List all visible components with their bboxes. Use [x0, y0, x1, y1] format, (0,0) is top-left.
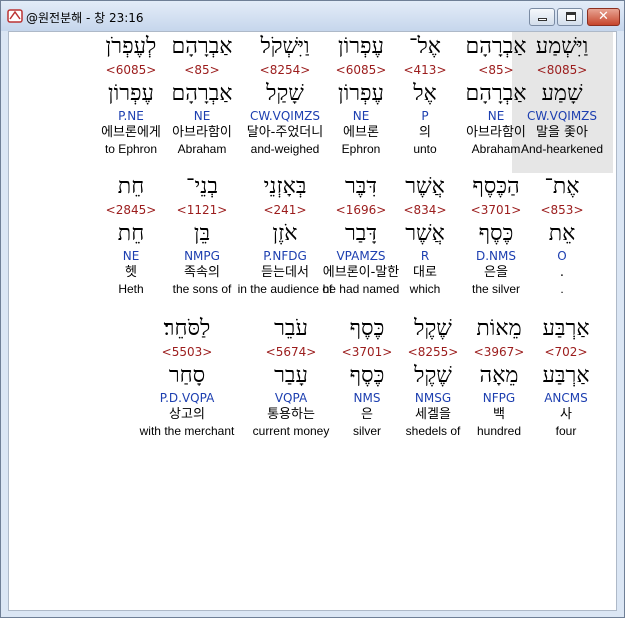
hebrew-word: חֵת [117, 174, 145, 199]
word-cell[interactable]: לַסֹּחֵר׃ <5503> סָחַר P.D.VQPA 상고의 with the … [137, 318, 237, 441]
minimize-button[interactable] [529, 8, 555, 26]
close-icon: ✕ [598, 9, 609, 24]
close-button[interactable]: ✕ [587, 8, 620, 26]
lemma-word: עֶפְרוֹן [107, 81, 155, 106]
maximize-button[interactable] [557, 8, 583, 26]
lemma-word: סָחַר [168, 363, 206, 388]
app-icon [7, 9, 23, 23]
morph-code: NE [122, 249, 140, 263]
morph-code: VQPA [274, 391, 308, 405]
word-cell[interactable]: עֹבֵר <5674> עָבַר VQPA 통용하는 current money [241, 318, 341, 441]
lemma-word: עָבַר [274, 363, 308, 388]
word-cell[interactable]: לְעֶפְרֹן <6085> עֶפְרוֹן P.NE 에브론에게 to Ephro… [81, 36, 181, 159]
english-gloss: Heth [118, 282, 144, 296]
strong-number[interactable]: <5674> [241, 346, 341, 362]
english-gloss: current money [252, 424, 330, 438]
title-bar[interactable]: @원전분해 - 창 23:16 ✕ [1, 1, 624, 31]
strong-number[interactable]: <2845> [81, 204, 181, 220]
korean-gloss: 헷 [125, 265, 137, 280]
korean-gloss: 통용하는 [267, 407, 315, 422]
lemma-word: חֵת [117, 221, 145, 246]
morph-code: P.D.VQPA [159, 391, 215, 405]
interlinear-panel: וַיִּשְׁמַע <8085> שָׁמַע CW.VQIMZS 말을 좇아 And… [8, 31, 617, 611]
word-cell[interactable]: חֵת <2845> חֵת NE 헷 Heth [81, 176, 181, 299]
hebrew-word: לְעֶפְרֹן [105, 34, 157, 59]
english-gloss: with the merchant [139, 424, 235, 438]
korean-gloss: 상고의 [169, 407, 205, 422]
morph-code: P.NE [118, 109, 144, 123]
strong-number[interactable]: <6085> [81, 64, 181, 80]
english-gloss: to Ephron [104, 142, 158, 156]
korean-gloss: 에브론에게 [101, 125, 161, 140]
maximize-icon [566, 12, 576, 21]
hebrew-word: עֹבֵר [274, 316, 308, 341]
strong-number[interactable]: <5503> [137, 346, 237, 362]
hebrew-word: לַסֹּחֵר׃ [163, 316, 211, 341]
window-title: @원전분해 - 창 23:16 [26, 11, 144, 25]
minimize-icon [538, 18, 547, 21]
app-window: @원전분해 - 창 23:16 ✕ וַיִּשְׁמַע <8085> שָׁמַ… [0, 0, 625, 618]
